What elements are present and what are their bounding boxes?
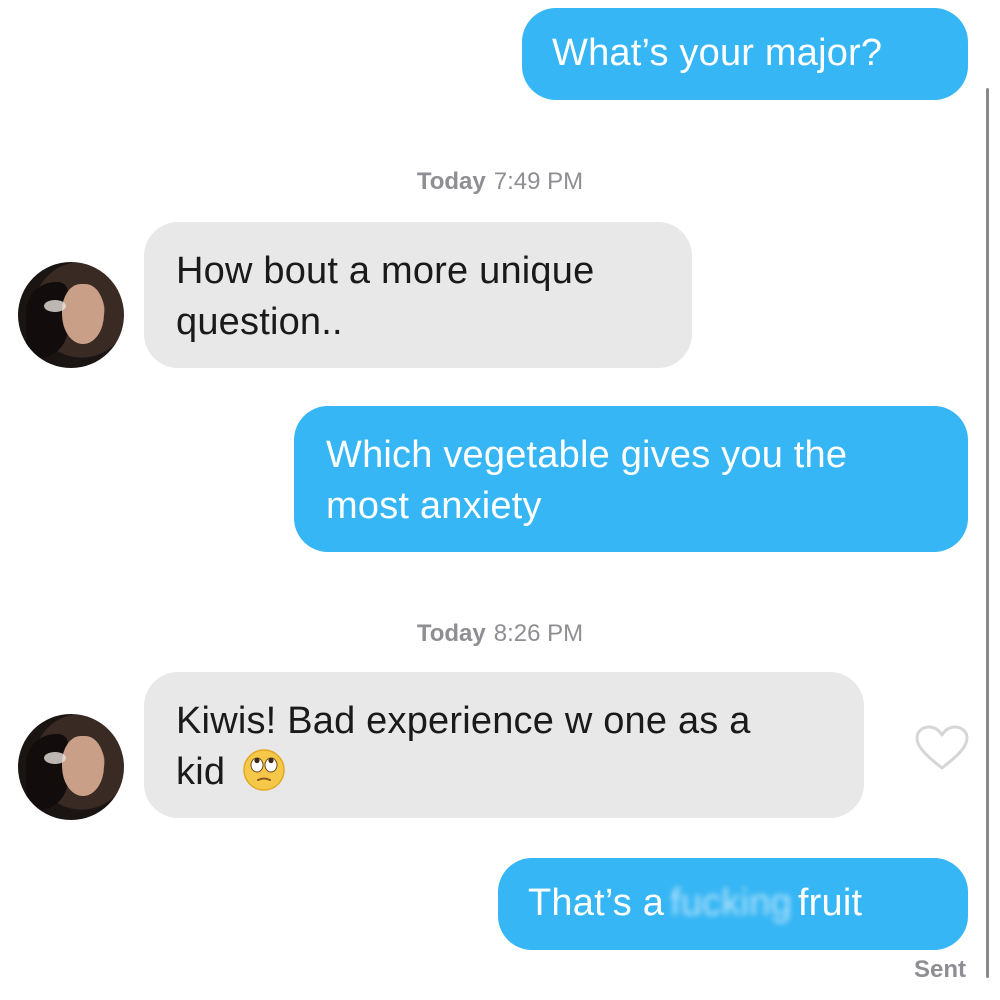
received-message-bubble[interactable]: Kiwis! Bad experience w one as a kid: [144, 672, 864, 818]
message-timestamp: Today 7:49 PM: [0, 168, 1000, 196]
message-text-line: Which vegetable gives you the: [326, 434, 848, 476]
chat-screen: What’s your major? Today 7:49 PM How bout…: [0, 0, 1000, 1000]
timestamp-time: 8:26 PM: [493, 620, 584, 647]
rolling-eyes-emoji-icon: [243, 749, 285, 791]
message-text-line: Kiwis! Bad experience w one as a: [176, 700, 751, 742]
timestamp-time: 7:49 PM: [493, 168, 584, 195]
message-text: That’s a: [528, 882, 665, 924]
timestamp-day: Today: [416, 620, 486, 647]
sent-message-bubble[interactable]: That’s a fucking fruit: [498, 858, 968, 950]
timestamp-day: Today: [416, 168, 486, 195]
received-message-bubble[interactable]: How bout a more unique question..: [144, 222, 692, 368]
message-text-line: most anxiety: [326, 485, 542, 527]
message-text: kid: [176, 751, 226, 793]
sent-message-bubble[interactable]: Which vegetable gives you the most anxie…: [294, 406, 968, 552]
contact-avatar[interactable]: [18, 262, 124, 368]
delivery-status: Sent: [913, 956, 966, 983]
message-text: What’s your major?: [552, 32, 883, 74]
message-text-line: question..: [176, 301, 343, 343]
censored-word: fucking: [670, 882, 792, 924]
scrollbar[interactable]: [986, 88, 989, 978]
contact-avatar[interactable]: [18, 714, 124, 820]
message-text-line: How bout a more unique: [176, 250, 595, 292]
message-text-line-with-emoji: kid: [176, 747, 832, 798]
sent-message-bubble[interactable]: What’s your major?: [522, 8, 968, 100]
message-text: fruit: [797, 882, 863, 924]
heart-outline-icon[interactable]: [914, 724, 970, 772]
message-timestamp: Today 8:26 PM: [0, 620, 1000, 648]
